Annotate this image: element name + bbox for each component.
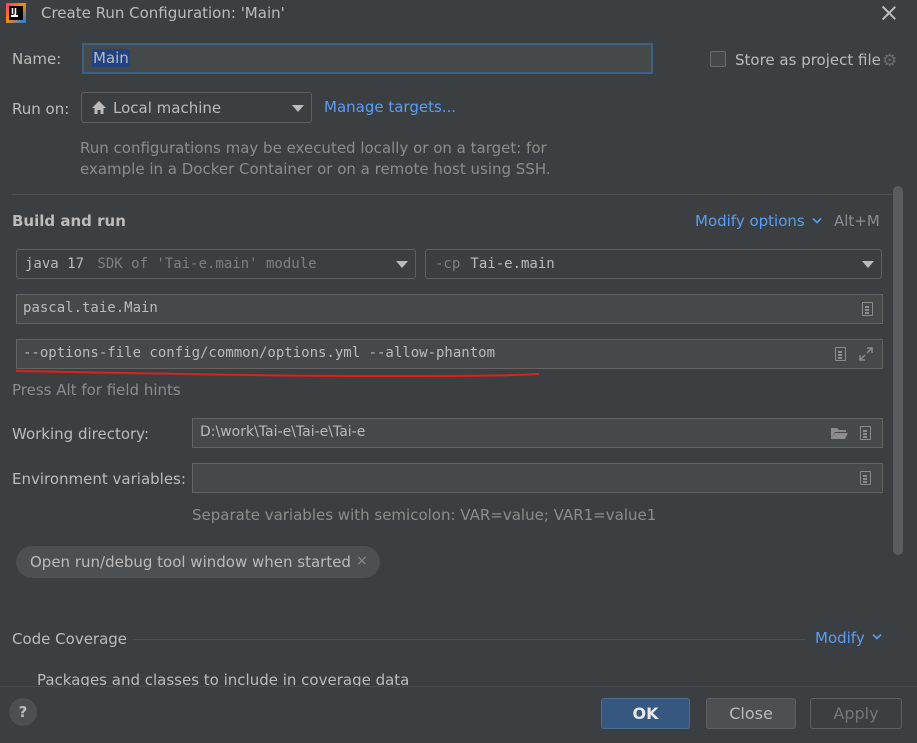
chevron-down-icon[interactable] bbox=[812, 217, 822, 225]
chevron-down-icon[interactable] bbox=[872, 633, 882, 641]
store-as-project-file-label[interactable]: Store as project file bbox=[735, 51, 881, 69]
classpath-dropdown[interactable]: -cp Tai-e.main bbox=[425, 249, 882, 279]
name-label: Name: bbox=[12, 50, 62, 68]
run-on-description-line2: example in a Docker Container or on a re… bbox=[80, 160, 551, 178]
remove-chip-icon[interactable]: × bbox=[356, 553, 368, 569]
home-icon bbox=[92, 101, 106, 114]
program-arguments-input[interactable]: --options-file config/common/options.yml… bbox=[16, 339, 883, 369]
working-directory-label: Working directory: bbox=[12, 425, 150, 443]
chevron-down-icon bbox=[396, 261, 408, 268]
run-on-value: Local machine bbox=[113, 99, 222, 117]
close-button[interactable]: Close bbox=[706, 698, 796, 729]
close-icon[interactable] bbox=[878, 2, 900, 24]
store-as-project-file-checkbox[interactable] bbox=[710, 51, 726, 67]
chip-label: Open run/debug tool window when started bbox=[30, 553, 351, 571]
intellij-app-icon: IJ bbox=[6, 3, 26, 23]
environment-variables-label: Environment variables: bbox=[12, 470, 186, 488]
document-icon[interactable] bbox=[860, 471, 871, 485]
divider bbox=[12, 194, 892, 195]
sdk-module: SDK of 'Tai-e.main' module bbox=[89, 256, 317, 272]
chevron-down-icon bbox=[862, 261, 874, 268]
document-icon[interactable] bbox=[862, 302, 873, 316]
manage-targets-link[interactable]: Manage targets... bbox=[324, 98, 456, 116]
document-icon[interactable] bbox=[860, 426, 871, 440]
ok-button[interactable]: OK bbox=[601, 698, 690, 729]
document-icon[interactable] bbox=[835, 347, 846, 361]
modify-options-shortcut: Alt+M bbox=[834, 212, 880, 230]
main-class-value: pascal.taie.Main bbox=[23, 300, 158, 316]
classpath-value: Tai-e.main bbox=[462, 256, 555, 272]
open-tool-window-chip[interactable]: Open run/debug tool window when started … bbox=[16, 546, 380, 578]
program-arguments-value: --options-file config/common/options.yml… bbox=[23, 345, 496, 361]
sdk-version: java 17 bbox=[25, 256, 85, 272]
window-title: Create Run Configuration: 'Main' bbox=[41, 4, 285, 22]
working-directory-value: D:\work\Tai-e\Tai-e\Tai-e bbox=[200, 424, 366, 440]
modify-options-link[interactable]: Modify options bbox=[695, 212, 805, 230]
name-input[interactable]: Main bbox=[82, 43, 653, 74]
coverage-divider bbox=[133, 639, 805, 640]
main-class-input[interactable]: pascal.taie.Main bbox=[16, 294, 883, 324]
environment-variables-input[interactable] bbox=[192, 463, 883, 493]
classpath-prefix: -cp bbox=[435, 256, 461, 272]
scrollbar[interactable] bbox=[893, 186, 903, 555]
run-on-label: Run on: bbox=[12, 100, 70, 118]
expand-icon[interactable] bbox=[858, 346, 874, 362]
title-bar: IJ Create Run Configuration: 'Main' bbox=[0, 0, 917, 27]
sdk-dropdown[interactable]: java 17 SDK of 'Tai-e.main' module bbox=[16, 249, 416, 279]
red-annotation-underline bbox=[15, 370, 540, 378]
chevron-down-icon bbox=[292, 105, 304, 112]
coverage-modify-link[interactable]: Modify bbox=[815, 629, 865, 647]
environment-variables-hint: Separate variables with semicolon: VAR=v… bbox=[192, 506, 657, 524]
build-and-run-heading: Build and run bbox=[12, 212, 126, 230]
working-directory-input[interactable]: D:\work\Tai-e\Tai-e\Tai-e bbox=[192, 418, 883, 448]
folder-icon[interactable] bbox=[830, 426, 849, 441]
gear-icon[interactable]: ⚙ bbox=[882, 51, 897, 71]
apply-button[interactable]: Apply bbox=[810, 698, 902, 729]
run-on-description-line1: Run configurations may be executed local… bbox=[80, 139, 547, 157]
run-on-dropdown[interactable]: Local machine bbox=[81, 92, 312, 123]
code-coverage-heading: Code Coverage bbox=[12, 630, 128, 648]
field-hints-text: Press Alt for field hints bbox=[12, 381, 181, 399]
help-button[interactable]: ? bbox=[9, 698, 37, 726]
name-value: Main bbox=[92, 49, 130, 67]
